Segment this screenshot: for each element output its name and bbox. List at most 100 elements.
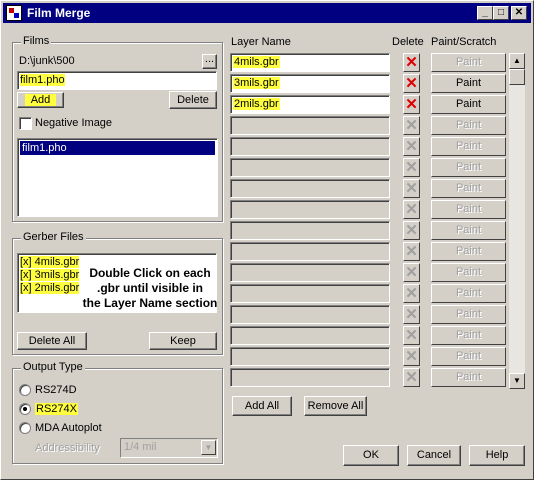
layer-name-field[interactable]	[230, 368, 390, 387]
ok-button[interactable]: OK	[343, 445, 399, 466]
delete-header: Delete	[392, 36, 424, 48]
delete-x-icon: ✕	[405, 243, 418, 260]
delete-layer-button[interactable]: ✕	[403, 305, 420, 324]
delete-layer-button[interactable]: ✕	[403, 179, 420, 198]
layer-name-field[interactable]	[230, 221, 390, 240]
paint-button[interactable]: Paint	[431, 326, 506, 345]
paint-button[interactable]: Paint	[431, 179, 506, 198]
gerber-item[interactable]: [x] 4mils.gbr	[20, 256, 80, 269]
paint-button[interactable]: Paint	[431, 53, 506, 72]
paint-button[interactable]: Paint	[431, 200, 506, 219]
layer-name-field[interactable]: 3mils.gbr	[230, 74, 390, 93]
mda-autoplot-label: MDA Autoplot	[35, 422, 102, 434]
paint-button[interactable]: Paint	[431, 284, 506, 303]
paint-button[interactable]: Paint	[431, 263, 506, 282]
close-icon: ✕	[514, 7, 524, 18]
delete-x-icon: ✕	[405, 96, 418, 113]
delete-layer-button[interactable]: ✕	[403, 95, 420, 114]
rs274d-radio[interactable]	[19, 384, 31, 396]
paint-button[interactable]: Paint	[431, 137, 506, 156]
delete-layer-button[interactable]: ✕	[403, 74, 420, 93]
delete-layer-button[interactable]: ✕	[403, 347, 420, 366]
delete-x-icon: ✕	[405, 327, 418, 344]
layer-name-value	[233, 266, 235, 278]
delete-layer-button[interactable]: ✕	[403, 242, 420, 261]
layer-name-value	[233, 350, 235, 362]
paint-button[interactable]: Paint	[431, 305, 506, 324]
gerber-item[interactable]: [x] 3mils.gbr	[20, 269, 80, 282]
layer-name-field[interactable]	[230, 305, 390, 324]
films-group-label: Films	[21, 35, 52, 47]
layer-scrollbar[interactable]: ▲ ▼	[509, 53, 525, 389]
help-button[interactable]: Help	[469, 445, 525, 466]
layer-name-field[interactable]	[230, 326, 390, 345]
title-bar[interactable]: Film Merge _ □ ✕	[3, 3, 531, 23]
delete-layer-button[interactable]: ✕	[403, 221, 420, 240]
scroll-down-arrow-icon[interactable]: ▼	[509, 373, 525, 389]
mda-autoplot-radio[interactable]	[19, 422, 31, 434]
layer-name-field[interactable]	[230, 284, 390, 303]
film-list[interactable]: film1.pho	[17, 138, 218, 217]
delete-layer-button[interactable]: ✕	[403, 326, 420, 345]
addressibility-select[interactable]: 1/4 mil ▼	[120, 438, 218, 458]
app-icon	[6, 5, 22, 21]
delete-x-icon: ✕	[405, 369, 418, 386]
delete-layer-button[interactable]: ✕	[403, 368, 420, 387]
delete-layer-button[interactable]: ✕	[403, 116, 420, 135]
radio-selected-dot	[23, 407, 27, 411]
browse-button[interactable]: ...	[202, 54, 217, 69]
close-button[interactable]: ✕	[511, 6, 527, 20]
delete-layer-button[interactable]: ✕	[403, 200, 420, 219]
layer-name-field[interactable]	[230, 158, 390, 177]
delete-layer-button[interactable]: ✕	[403, 158, 420, 177]
paint-button[interactable]: Paint	[431, 74, 506, 93]
layer-name-value	[233, 287, 235, 299]
paint-button[interactable]: Paint	[431, 158, 506, 177]
film-merge-window: Film Merge _ □ ✕ Films D:\junk\500 ... f…	[0, 0, 534, 480]
delete-layer-button[interactable]: ✕	[403, 263, 420, 282]
layer-name-value	[233, 224, 235, 236]
cancel-button[interactable]: Cancel	[407, 445, 461, 466]
add-all-button[interactable]: Add All	[232, 396, 292, 416]
delete-layer-button[interactable]: ✕	[403, 137, 420, 156]
rs274d-label: RS274D	[35, 384, 77, 396]
layer-name-field[interactable]: 2mils.gbr	[230, 95, 390, 114]
add-film-button[interactable]: Add	[17, 92, 64, 108]
gerber-file-list[interactable]: [x] 4mils.gbr [x] 3mils.gbr [x] 2mils.gb…	[17, 253, 217, 313]
delete-x-icon: ✕	[405, 264, 418, 281]
paint-button[interactable]: Paint	[431, 221, 506, 240]
layer-name-field[interactable]	[230, 179, 390, 198]
layer-name-field[interactable]	[230, 242, 390, 261]
rs274x-radio[interactable]	[19, 403, 31, 415]
delete-film-button[interactable]: Delete	[169, 91, 217, 109]
delete-layer-button[interactable]: ✕	[403, 284, 420, 303]
window-title: Film Merge	[27, 6, 91, 20]
scroll-up-arrow-icon[interactable]: ▲	[509, 53, 525, 69]
negative-image-label: Negative Image	[35, 117, 113, 129]
remove-all-button[interactable]: Remove All	[304, 396, 367, 416]
paint-button[interactable]: Paint	[431, 368, 506, 387]
negative-image-checkbox[interactable]	[19, 117, 32, 130]
delete-x-icon: ✕	[405, 138, 418, 155]
films-path: D:\junk\500	[19, 55, 75, 67]
delete-layer-button[interactable]: ✕	[403, 53, 420, 72]
film-filename-input[interactable]: film1.pho	[17, 71, 217, 90]
paint-button[interactable]: Paint	[431, 116, 506, 135]
gerber-item[interactable]: [x] 2mils.gbr	[20, 282, 80, 295]
keep-gerber-button[interactable]: Keep	[149, 332, 217, 350]
delete-all-gerber-button[interactable]: Delete All	[17, 332, 87, 350]
maximize-button[interactable]: □	[493, 6, 509, 20]
minimize-button[interactable]: _	[477, 6, 493, 20]
layer-name-field[interactable]	[230, 116, 390, 135]
paint-button[interactable]: Paint	[431, 95, 506, 114]
paint-button[interactable]: Paint	[431, 347, 506, 366]
layer-name-field[interactable]	[230, 263, 390, 282]
layer-name-field[interactable]	[230, 347, 390, 366]
paint-button[interactable]: Paint	[431, 242, 506, 261]
layer-name-field[interactable]	[230, 137, 390, 156]
layer-name-field[interactable]: 4mils.gbr	[230, 53, 390, 72]
delete-x-icon: ✕	[405, 348, 418, 365]
scroll-thumb[interactable]	[509, 69, 525, 85]
layer-name-field[interactable]	[230, 200, 390, 219]
film-list-item[interactable]: film1.pho	[20, 141, 215, 155]
